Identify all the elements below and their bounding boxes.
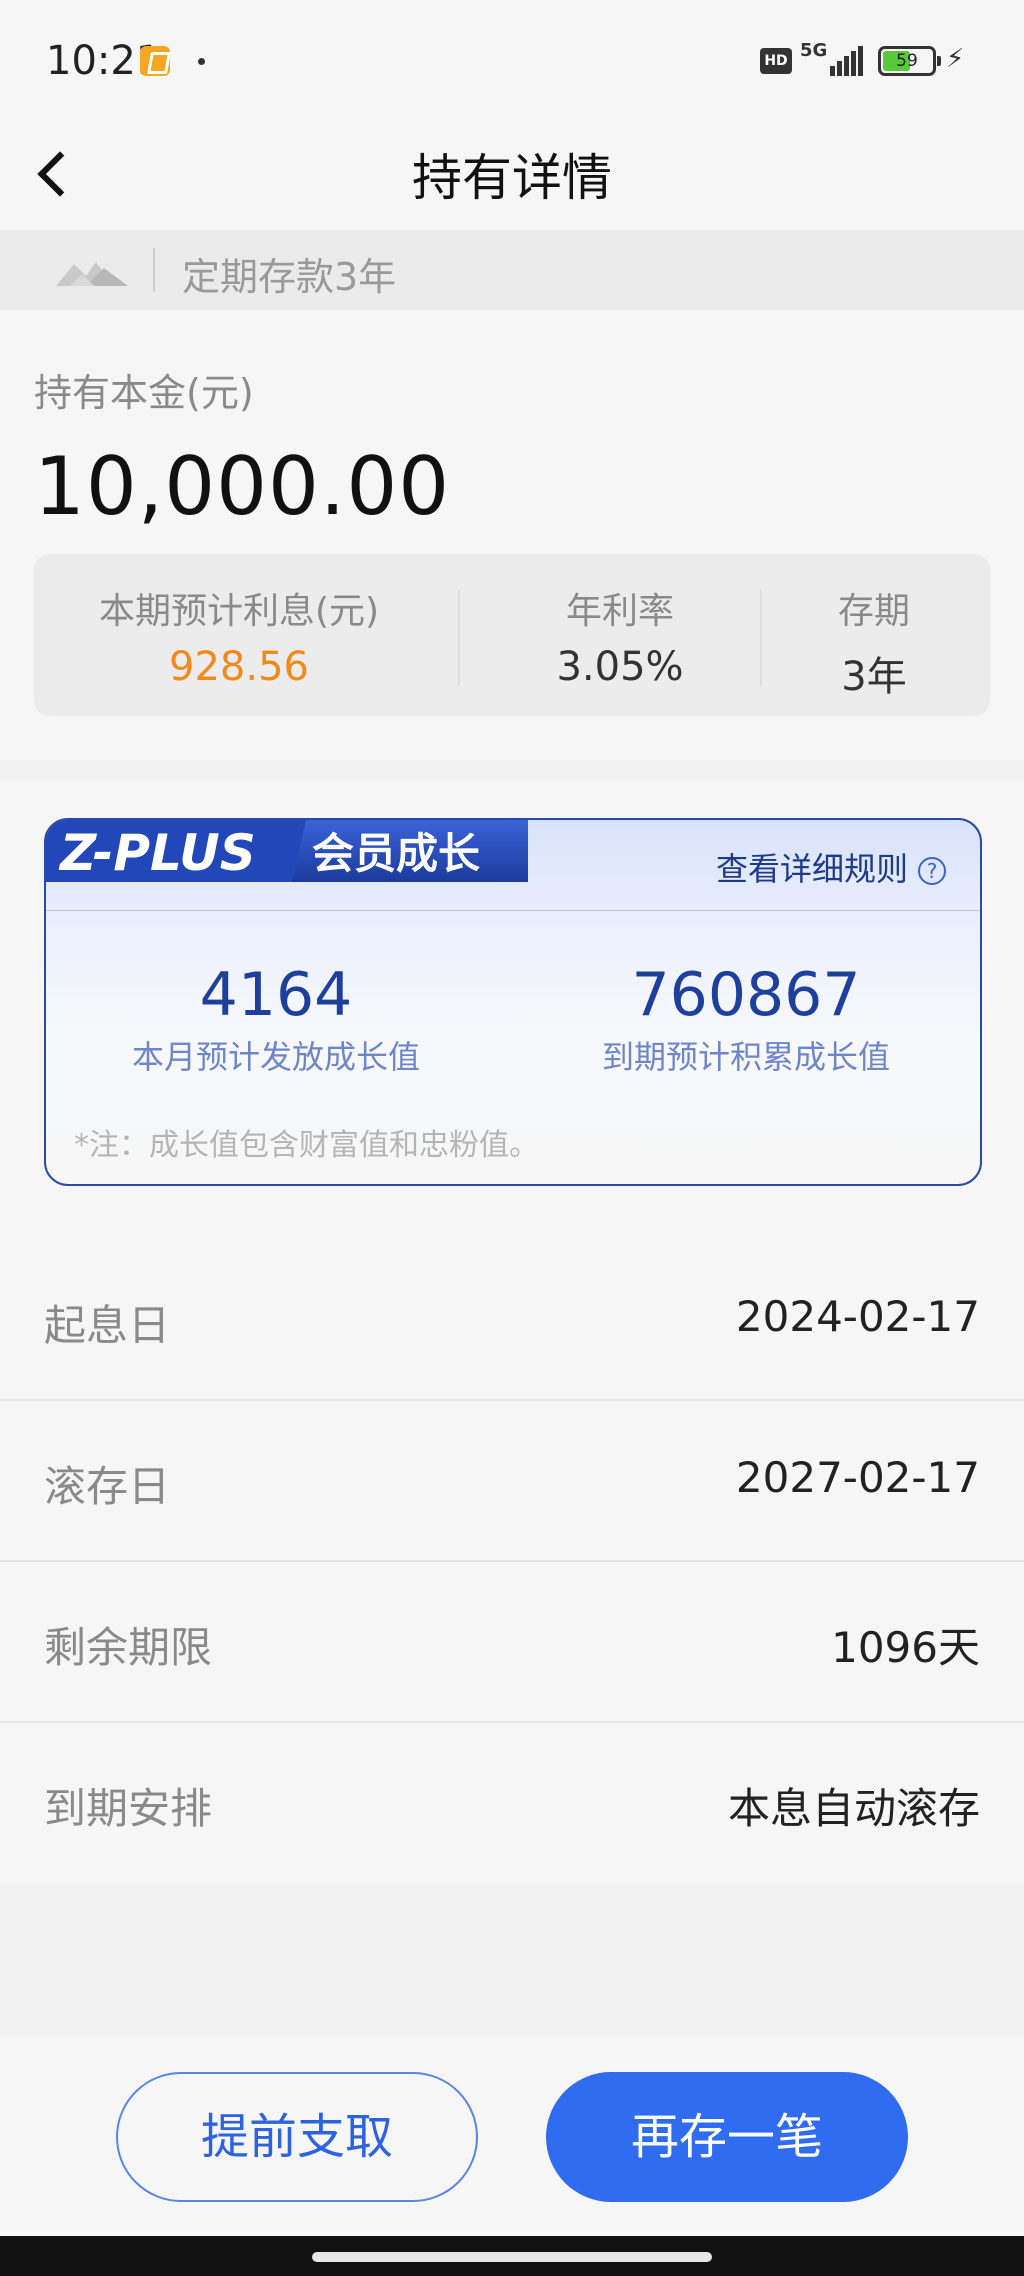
zplus-section: Z-PLUS 会员成长 查看详细规则? 4164 本月预计发放成长值 76086…: [0, 780, 1024, 1240]
notification-dot-icon: [198, 58, 205, 65]
interest-label: 本期预计利息(元): [98, 591, 380, 632]
detail-key: 到期安排: [44, 1784, 213, 1833]
deposit-again-button[interactable]: 再存一笔: [546, 2072, 908, 2202]
detail-key: 剩余期限: [44, 1623, 213, 1672]
home-indicator[interactable]: [312, 2252, 712, 2262]
battery-level: 59: [896, 51, 918, 71]
term-value: 3年: [841, 654, 907, 700]
monthly-growth: 4164 本月预计发放成长值: [76, 960, 476, 1078]
detail-key: 滚存日: [44, 1462, 171, 1511]
zplus-card: Z-PLUS 会员成长 查看详细规则? 4164 本月预计发放成长值 76086…: [44, 818, 982, 1186]
product-name: 定期存款3年: [182, 255, 397, 299]
monthly-growth-label: 本月预计发放成长值: [131, 1038, 420, 1076]
network-type: 5G: [800, 40, 828, 61]
detail-row-rollover-date: 滚存日 2027-02-17: [0, 1401, 1024, 1562]
principal-section: 持有本金(元) 10,000.00 本期预计利息(元) 928.56 年利率 3…: [0, 310, 1024, 760]
page-title: 持有详情: [412, 149, 612, 207]
term-label: 存期: [837, 591, 910, 632]
system-nav-area: [0, 2236, 1024, 2276]
detail-value: 1096天: [831, 1623, 980, 1672]
zplus-note: *注：成长值包含财富值和忠粉值。: [74, 1128, 539, 1163]
zplus-logo-text: Z-PLUS: [58, 824, 256, 882]
details-list: 起息日 2024-02-17 滚存日 2027-02-17 剩余期限 1096天…: [0, 1240, 1024, 1884]
rate-label: 年利率: [565, 591, 674, 632]
stat-interest: 本期预计利息(元) 928.56: [74, 582, 404, 690]
interest-value: 928.56: [169, 644, 309, 690]
stats-card: 本期预计利息(元) 928.56 年利率 3.05% 存期 3年: [34, 554, 990, 716]
early-withdraw-button[interactable]: 提前支取: [116, 2072, 478, 2202]
accumulated-growth-label: 到期预计积累成长值: [601, 1038, 890, 1076]
zplus-badge-subtitle: 会员成长: [312, 829, 480, 878]
stat-rate: 年利率 3.05%: [470, 582, 770, 690]
divider: [153, 248, 155, 292]
hd-icon: HD: [760, 48, 792, 74]
detail-value: 2027-02-17: [735, 1453, 980, 1502]
accumulated-growth-value: 760867: [631, 960, 861, 1030]
detail-value: 本息自动滚存: [727, 1784, 980, 1833]
detail-row-start-date: 起息日 2024-02-17: [0, 1240, 1024, 1401]
view-rules-label: 查看详细规则: [715, 850, 908, 888]
view-rules-link[interactable]: 查看详细规则?: [716, 844, 946, 890]
detail-value: 2024-02-17: [735, 1292, 980, 1341]
divider: [46, 910, 980, 911]
monthly-growth-value: 4164: [199, 960, 353, 1030]
action-bar: 提前支取 再存一笔: [0, 2036, 1024, 2236]
zplus-badge: Z-PLUS 会员成长: [46, 820, 528, 882]
stat-term: 存期 3年: [774, 582, 974, 702]
detail-row-maturity-arrangement: 到期安排 本息自动滚存: [0, 1723, 1024, 1884]
detail-row-remaining-term: 剩余期限 1096天: [0, 1562, 1024, 1723]
rate-value: 3.05%: [556, 644, 684, 690]
battery-icon: 59: [878, 46, 941, 76]
status-bar: 10:21 HD 5G 59 ⚡: [0, 0, 1024, 120]
notes-app-icon: [140, 46, 170, 76]
principal-value: 10,000.00: [34, 440, 451, 533]
mountain-logo-icon: [56, 262, 128, 286]
divider: [760, 590, 762, 686]
charging-icon: ⚡: [946, 44, 965, 74]
accumulated-growth: 760867 到期预计积累成长值: [546, 960, 946, 1078]
nav-bar: 持有详情: [0, 120, 1024, 230]
help-icon: ?: [918, 857, 946, 885]
detail-key: 起息日: [44, 1301, 171, 1350]
product-header: 定期存款3年: [0, 230, 1024, 310]
principal-label: 持有本金(元): [34, 371, 254, 415]
signal-icon: [830, 44, 864, 76]
divider: [458, 590, 460, 686]
